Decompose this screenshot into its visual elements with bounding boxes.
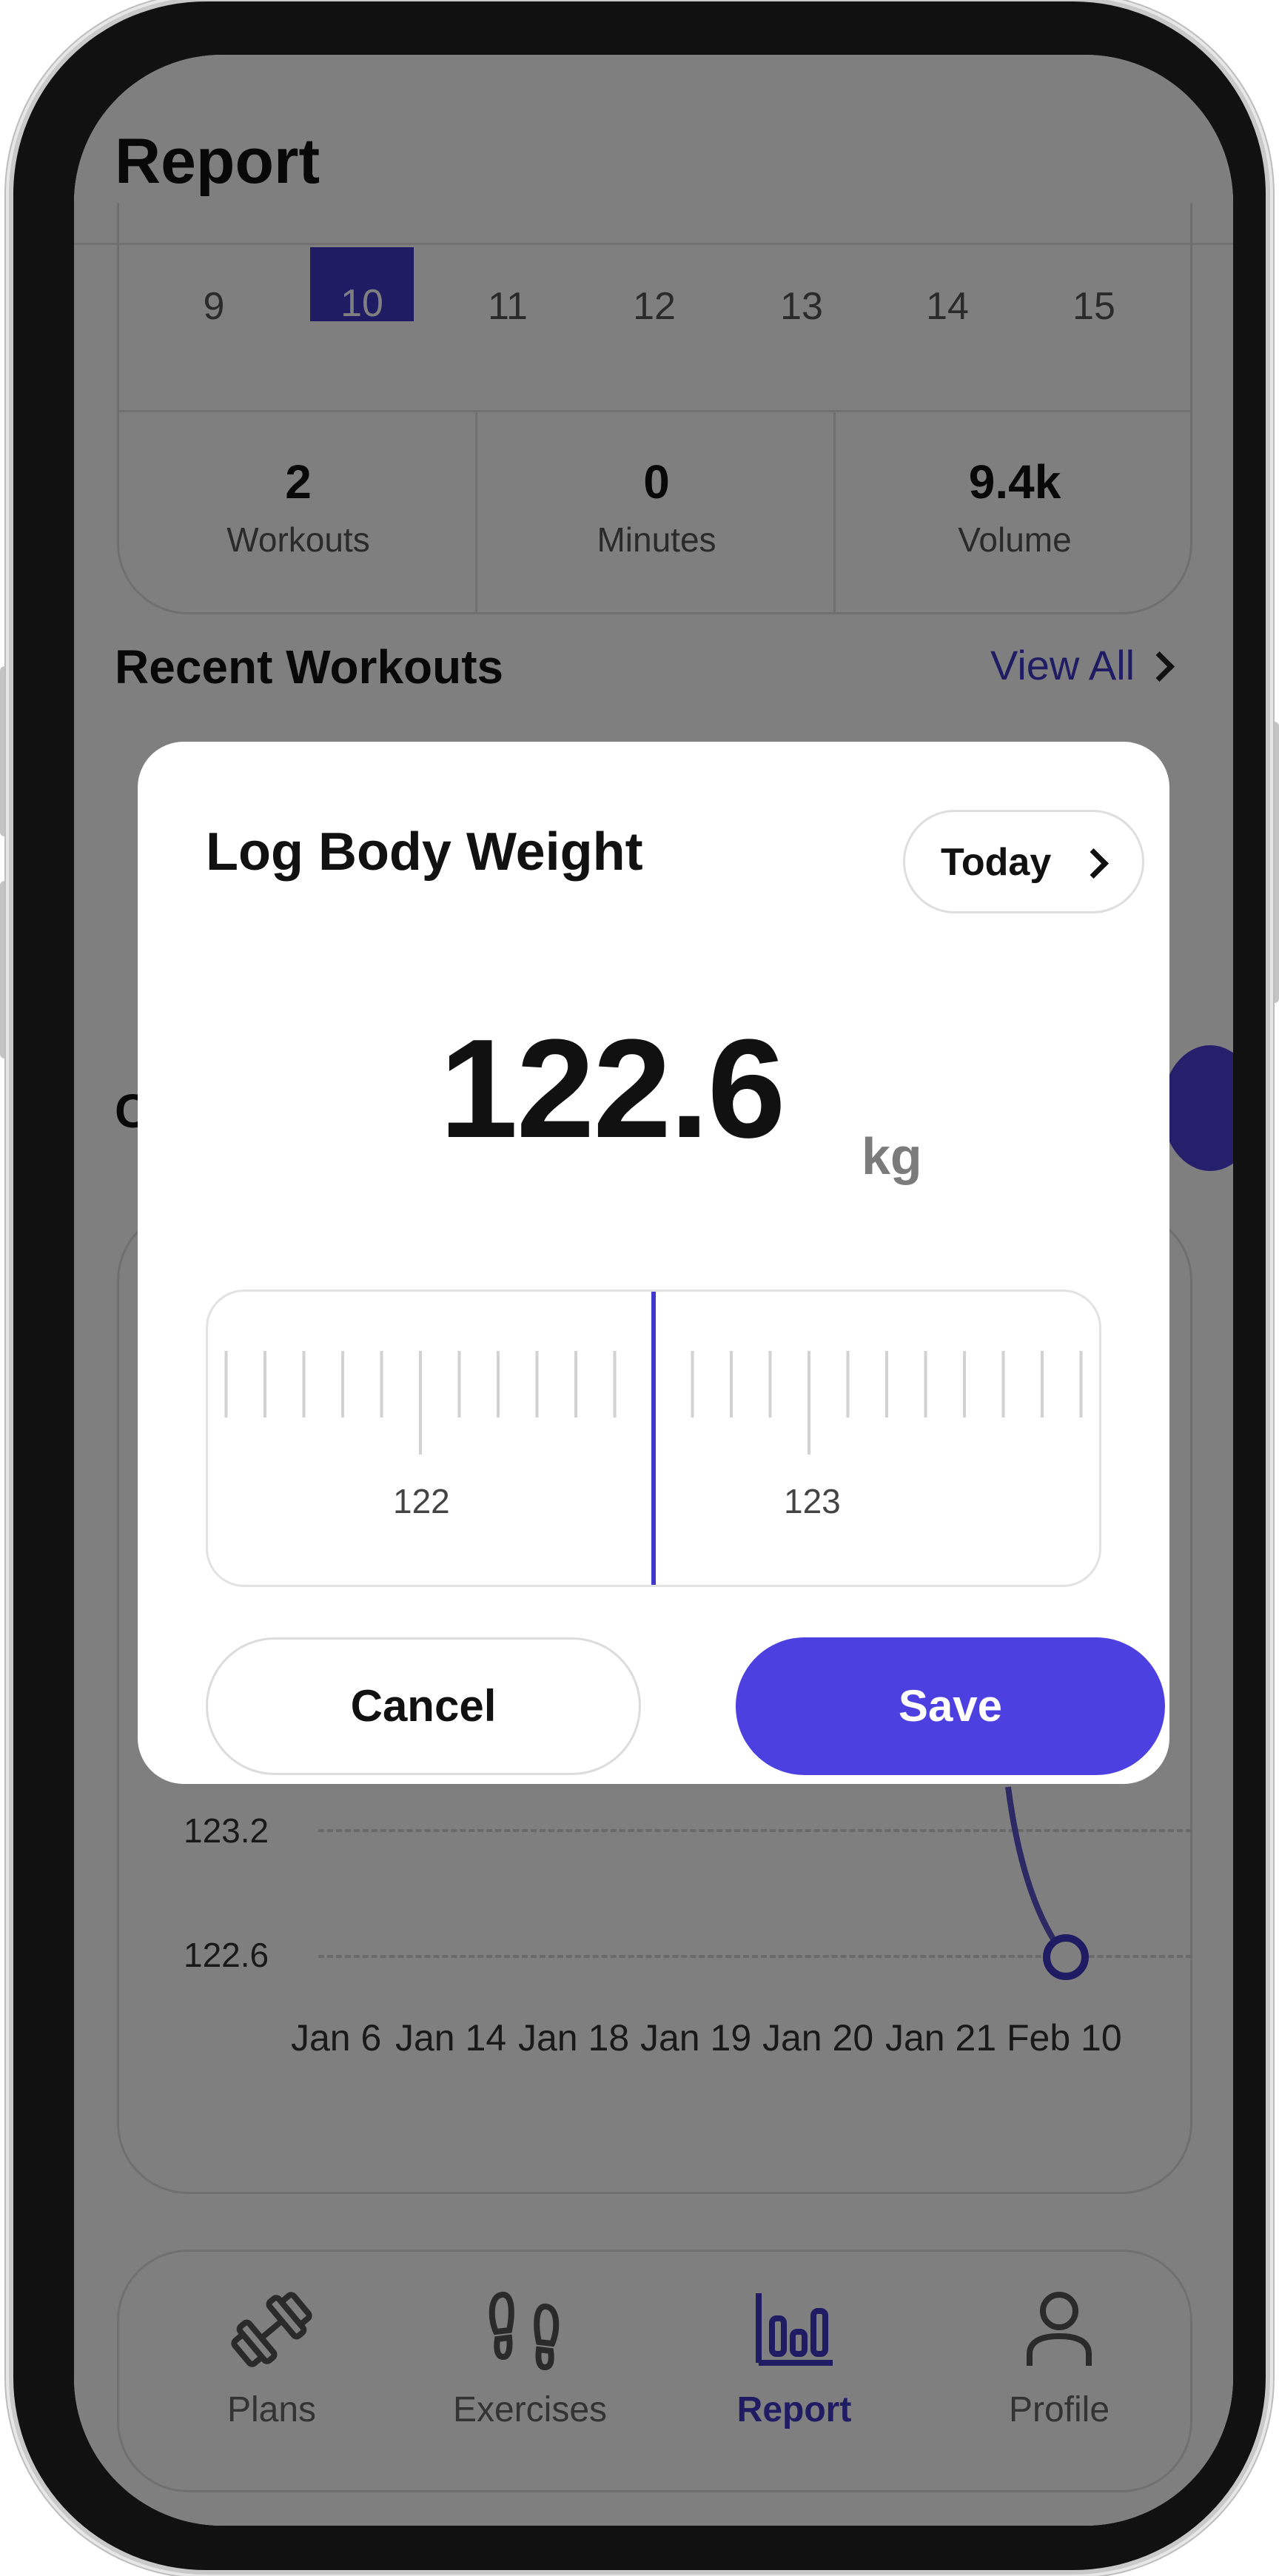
log-weight-dialog: Log Body Weight Today 122.6 kg 122 123 C… (138, 742, 1169, 1784)
weight-value: 122.6 (440, 1010, 785, 1167)
date-picker-button[interactable]: Today (903, 810, 1144, 913)
weight-ruler-slider[interactable]: 122 123 (206, 1289, 1101, 1587)
chevron-right-icon (1078, 848, 1110, 879)
dialog-title: Log Body Weight (206, 822, 643, 882)
ruler-ticks (224, 1292, 1083, 1585)
phone-screen: Report 9 10 11 12 13 14 15 2 Workouts 0 (74, 55, 1233, 2526)
volume-button (0, 881, 13, 1059)
silent-switch (0, 666, 13, 836)
phone-frame: Report 9 10 11 12 13 14 15 2 Workouts 0 (13, 1, 1266, 2570)
date-label: Today (941, 841, 1052, 884)
save-button[interactable]: Save (736, 1637, 1165, 1775)
cancel-button[interactable]: Cancel (206, 1637, 641, 1775)
power-button (1266, 722, 1279, 1003)
ruler-label: 122 (393, 1482, 450, 1520)
weight-unit: kg (862, 1127, 922, 1185)
ruler-label: 123 (784, 1482, 841, 1520)
